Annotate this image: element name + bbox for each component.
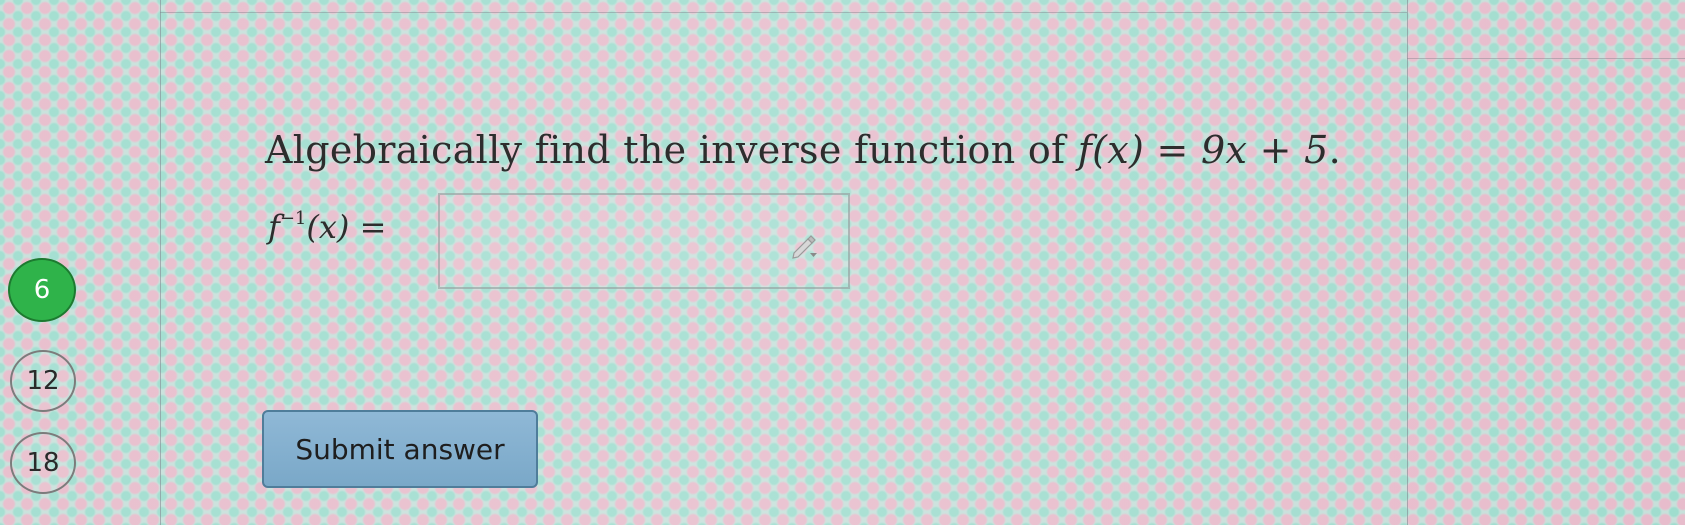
top-divider: [160, 12, 1407, 13]
answer-label: f−1(x) =: [268, 208, 386, 246]
right-panel-divider: [1407, 58, 1685, 59]
question-prefix: Algebraically find the inverse function …: [265, 128, 1078, 172]
question-function: f(x) = 9x + 5: [1077, 128, 1329, 172]
pencil-icon[interactable]: [790, 231, 818, 259]
answer-input[interactable]: [438, 193, 850, 289]
left-divider: [160, 0, 161, 525]
right-divider: [1407, 0, 1408, 525]
question-nav-18[interactable]: 18: [10, 432, 76, 494]
question-nav-6[interactable]: 6: [8, 258, 76, 322]
question-suffix: .: [1328, 128, 1342, 172]
submit-answer-button[interactable]: Submit answer: [262, 410, 538, 488]
answer-label-rest: (x) =: [306, 208, 387, 246]
question-nav-12[interactable]: 12: [10, 350, 76, 412]
answer-label-sup: −1: [279, 208, 307, 229]
question-text: Algebraically find the inverse function …: [265, 128, 1341, 172]
answer-label-base: f: [268, 208, 280, 246]
